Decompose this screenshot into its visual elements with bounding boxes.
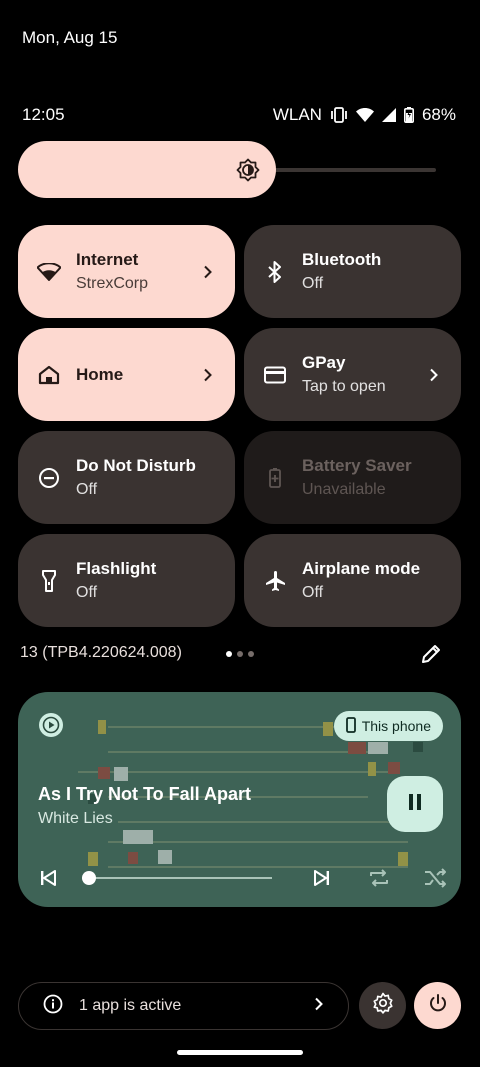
home-icon bbox=[36, 362, 62, 388]
tile-status: Off bbox=[302, 583, 324, 601]
tile-bluetooth[interactable]: Bluetooth Off bbox=[244, 225, 461, 318]
pause-icon bbox=[407, 793, 423, 816]
chevron-right-icon bbox=[203, 265, 217, 279]
card-icon bbox=[262, 362, 288, 388]
tile-text: Battery Saver Unavailable bbox=[302, 455, 443, 501]
tile-status: Off bbox=[302, 274, 324, 292]
tile-airplane-mode[interactable]: Airplane mode Off bbox=[244, 534, 461, 627]
status-bar: 12:05 WLAN 68% bbox=[22, 104, 456, 126]
dnd-icon bbox=[36, 465, 62, 491]
cell-signal-icon bbox=[381, 108, 396, 122]
shuffle-icon[interactable] bbox=[423, 866, 447, 890]
tile-status: Off bbox=[76, 480, 98, 498]
chevron-right-icon bbox=[203, 368, 217, 382]
page-dot bbox=[226, 651, 232, 657]
tile-flashlight[interactable]: Flashlight Off bbox=[18, 534, 235, 627]
settings-button[interactable] bbox=[359, 982, 406, 1029]
brightness-icon bbox=[236, 158, 260, 187]
tile-text: GPay Tap to open bbox=[302, 352, 429, 398]
tile-label: Do Not Disturb bbox=[76, 455, 196, 475]
tile-label: GPay bbox=[302, 352, 346, 372]
tile-do-not-disturb[interactable]: Do Not Disturb Off bbox=[18, 431, 235, 524]
tile-text: Do Not Disturb Off bbox=[76, 455, 217, 501]
tile-text: Flashlight Off bbox=[76, 558, 217, 604]
battery-percent: 68% bbox=[421, 105, 456, 124]
tile-label: Home bbox=[76, 364, 124, 384]
seek-bar[interactable] bbox=[82, 868, 272, 888]
tile-label: Bluetooth bbox=[302, 249, 382, 269]
page-dot bbox=[248, 651, 254, 657]
battery-saver-icon bbox=[262, 465, 288, 491]
tile-label: Airplane mode bbox=[302, 558, 421, 578]
airplane-icon bbox=[262, 568, 288, 594]
phone-icon bbox=[345, 716, 356, 736]
tile-battery-saver[interactable]: Battery Saver Unavailable bbox=[244, 431, 461, 524]
tile-home[interactable]: Home bbox=[18, 328, 235, 421]
tile-status: StrexCorp bbox=[76, 274, 149, 292]
pause-button[interactable] bbox=[387, 776, 443, 832]
output-device-chip[interactable]: This phone bbox=[333, 711, 443, 741]
status-icons: WLAN 68% bbox=[273, 105, 456, 125]
tile-label: Battery Saver bbox=[302, 455, 412, 475]
song-title: As I Try Not To Fall Apart bbox=[38, 784, 252, 804]
battery-icon bbox=[403, 107, 414, 123]
active-apps-label: 1 app is active bbox=[79, 997, 182, 1014]
info-icon bbox=[43, 994, 63, 1019]
seek-track bbox=[82, 877, 272, 879]
previous-icon[interactable] bbox=[36, 866, 60, 890]
media-player[interactable]: This phone As I Try Not To Fall Apart Wh… bbox=[18, 692, 461, 907]
song-artist: White Lies bbox=[38, 810, 113, 827]
power-button[interactable] bbox=[414, 982, 461, 1029]
brightness-slider[interactable] bbox=[18, 141, 440, 198]
power-icon bbox=[428, 993, 448, 1018]
vibrate-icon bbox=[330, 107, 348, 123]
edit-icon[interactable] bbox=[419, 642, 443, 671]
tile-label: Flashlight bbox=[76, 558, 157, 578]
clock: 12:05 bbox=[22, 105, 65, 124]
gesture-nav-handle[interactable] bbox=[177, 1050, 303, 1055]
wifi-status-icon bbox=[355, 108, 374, 122]
tile-text: Home bbox=[76, 364, 203, 386]
wifi-icon bbox=[36, 259, 62, 285]
active-apps-button[interactable]: 1 app is active bbox=[18, 982, 349, 1030]
page-indicator[interactable] bbox=[226, 651, 254, 657]
quick-settings-grid: Internet StrexCorp Bluetooth Off Home GPay Tap… bbox=[18, 225, 461, 627]
gear-icon bbox=[372, 992, 394, 1019]
tile-label: Internet bbox=[76, 249, 139, 269]
page-dot bbox=[237, 651, 243, 657]
network-label: WLAN bbox=[272, 105, 322, 124]
output-device-label: This phone bbox=[361, 718, 431, 734]
tile-text: Bluetooth Off bbox=[302, 249, 443, 295]
tile-text: Internet StrexCorp bbox=[76, 249, 203, 295]
media-app-icon bbox=[38, 712, 64, 738]
bluetooth-icon bbox=[262, 259, 288, 285]
chevron-right-icon bbox=[429, 368, 443, 382]
tile-internet[interactable]: Internet StrexCorp bbox=[18, 225, 235, 318]
flashlight-icon bbox=[36, 568, 62, 594]
media-controls bbox=[36, 864, 447, 892]
date-label: Mon, Aug 15 bbox=[22, 28, 118, 47]
tile-gpay[interactable]: GPay Tap to open bbox=[244, 328, 461, 421]
next-icon[interactable] bbox=[310, 866, 334, 890]
build-number: 13 (TPB4.220624.008) bbox=[20, 644, 182, 661]
chevron-right-icon bbox=[314, 997, 324, 1016]
tile-status: Off bbox=[76, 583, 98, 601]
tile-status: Unavailable bbox=[302, 480, 386, 498]
seek-handle[interactable] bbox=[82, 871, 96, 885]
tile-text: Airplane mode Off bbox=[302, 558, 443, 604]
repeat-icon[interactable] bbox=[367, 866, 391, 890]
tile-status: Tap to open bbox=[302, 377, 386, 395]
